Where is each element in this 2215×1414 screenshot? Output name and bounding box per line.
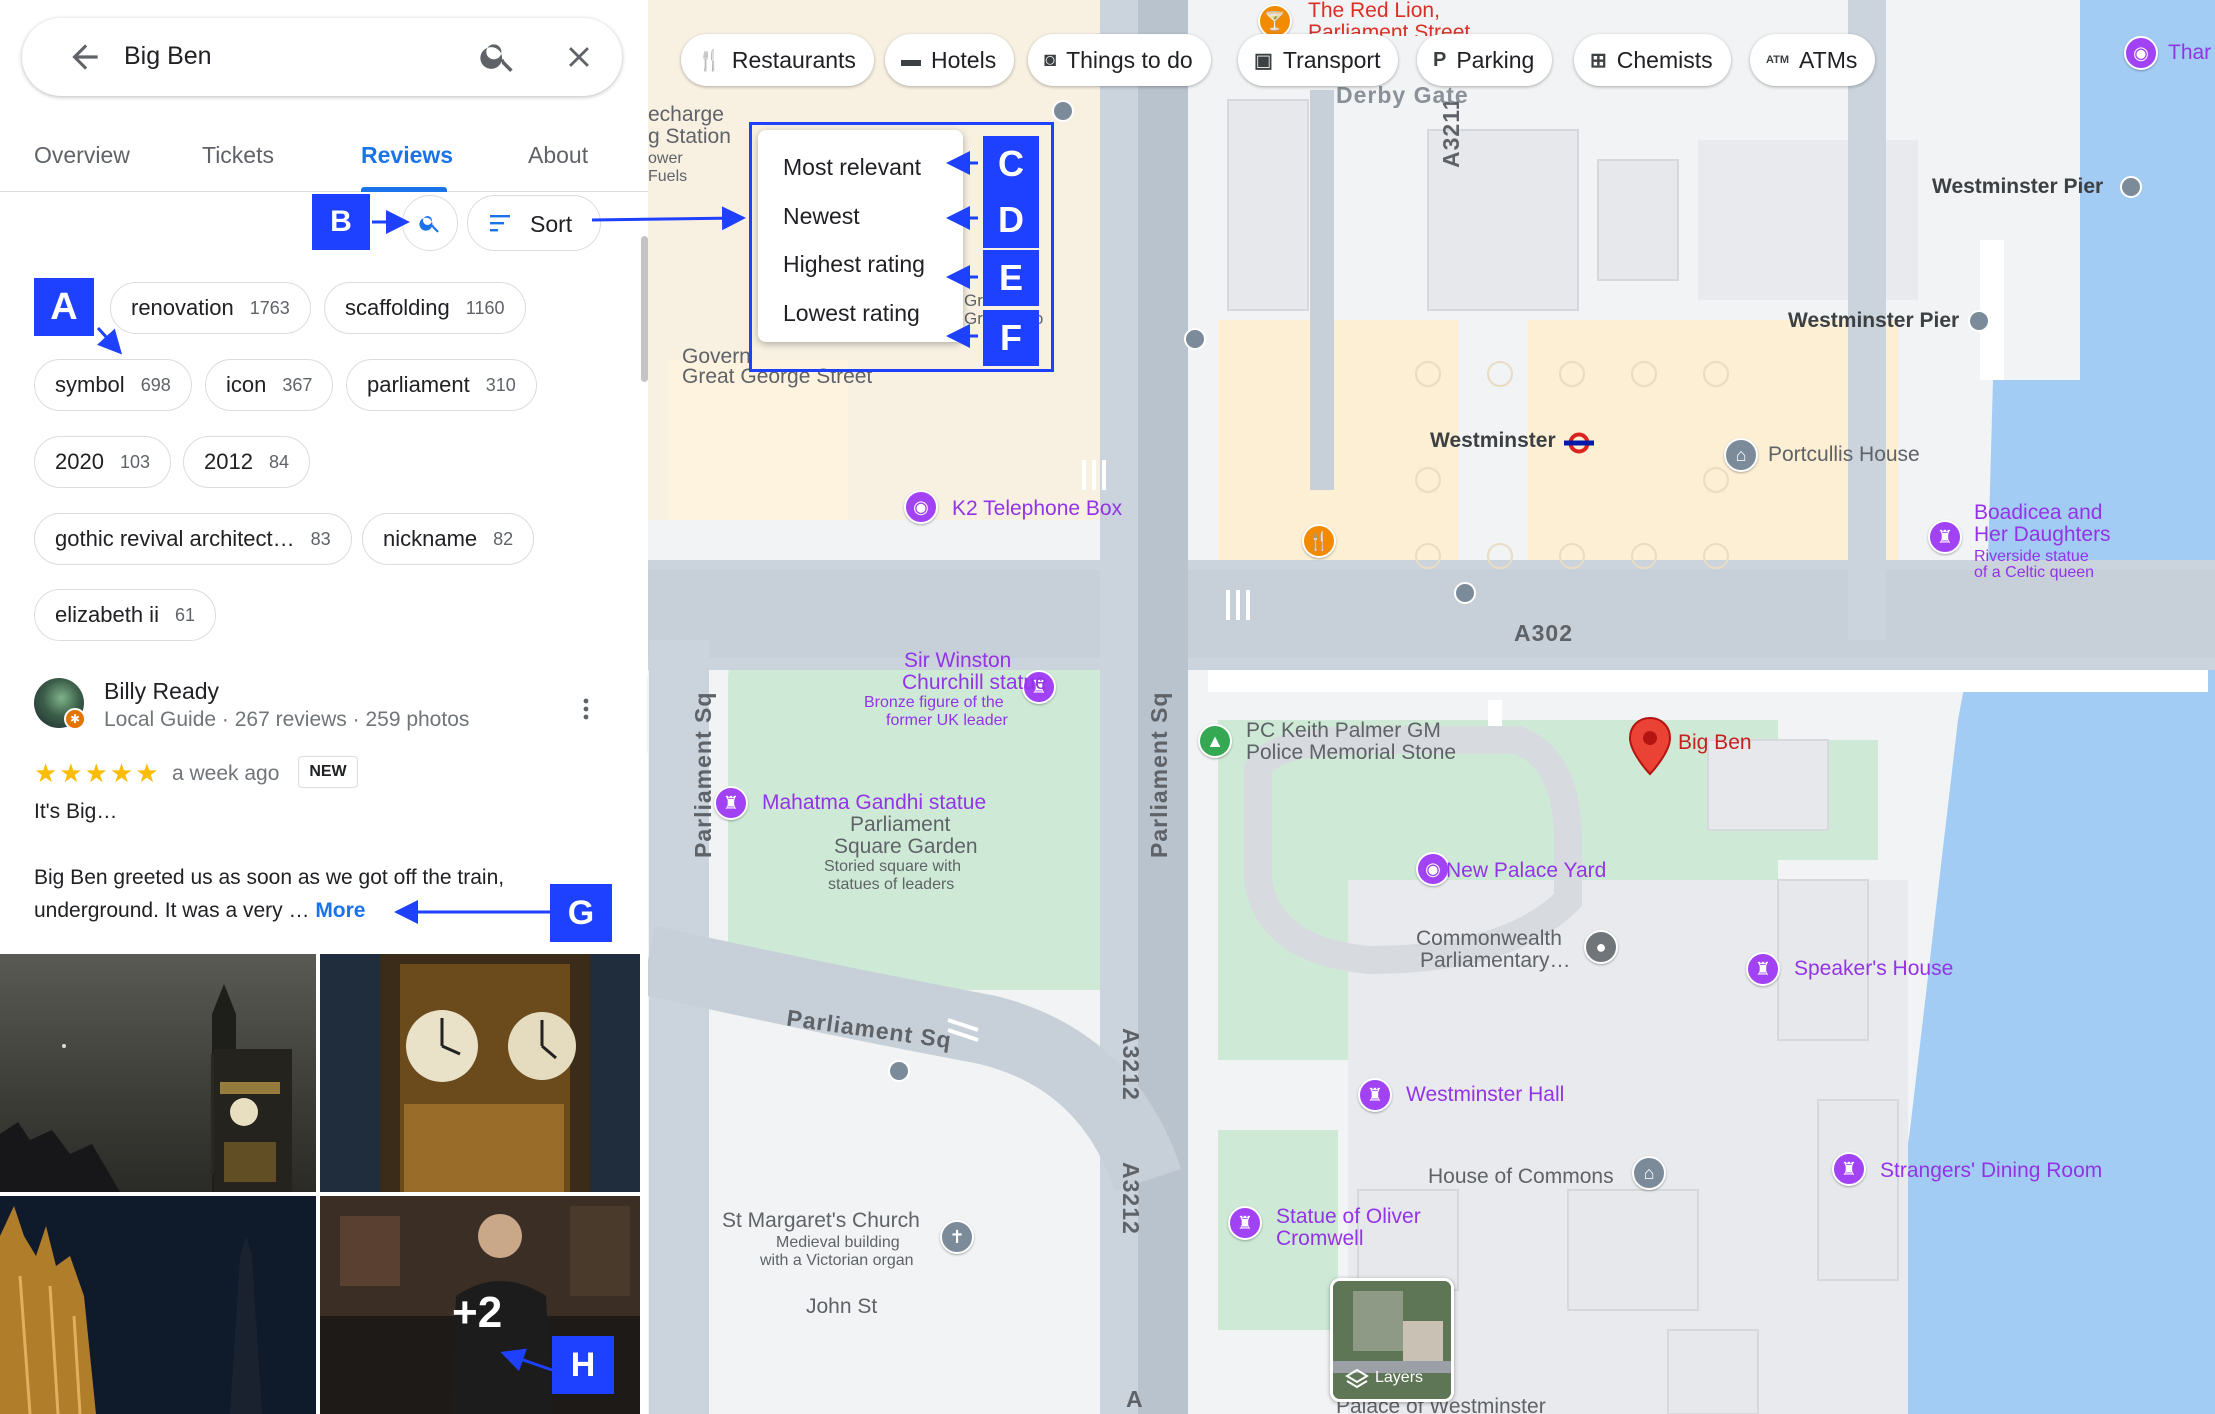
- annotation-label-d: D: [983, 192, 1039, 248]
- annotation-label-c: C: [983, 136, 1039, 192]
- annotation-label-g: G: [550, 884, 612, 942]
- annotation-label-e: E: [983, 250, 1039, 306]
- annotation-label-b: B: [312, 194, 370, 250]
- annotation-label-f: F: [983, 310, 1039, 366]
- annotation-label-a: A: [34, 278, 94, 336]
- annotation-label-h: H: [552, 1336, 614, 1394]
